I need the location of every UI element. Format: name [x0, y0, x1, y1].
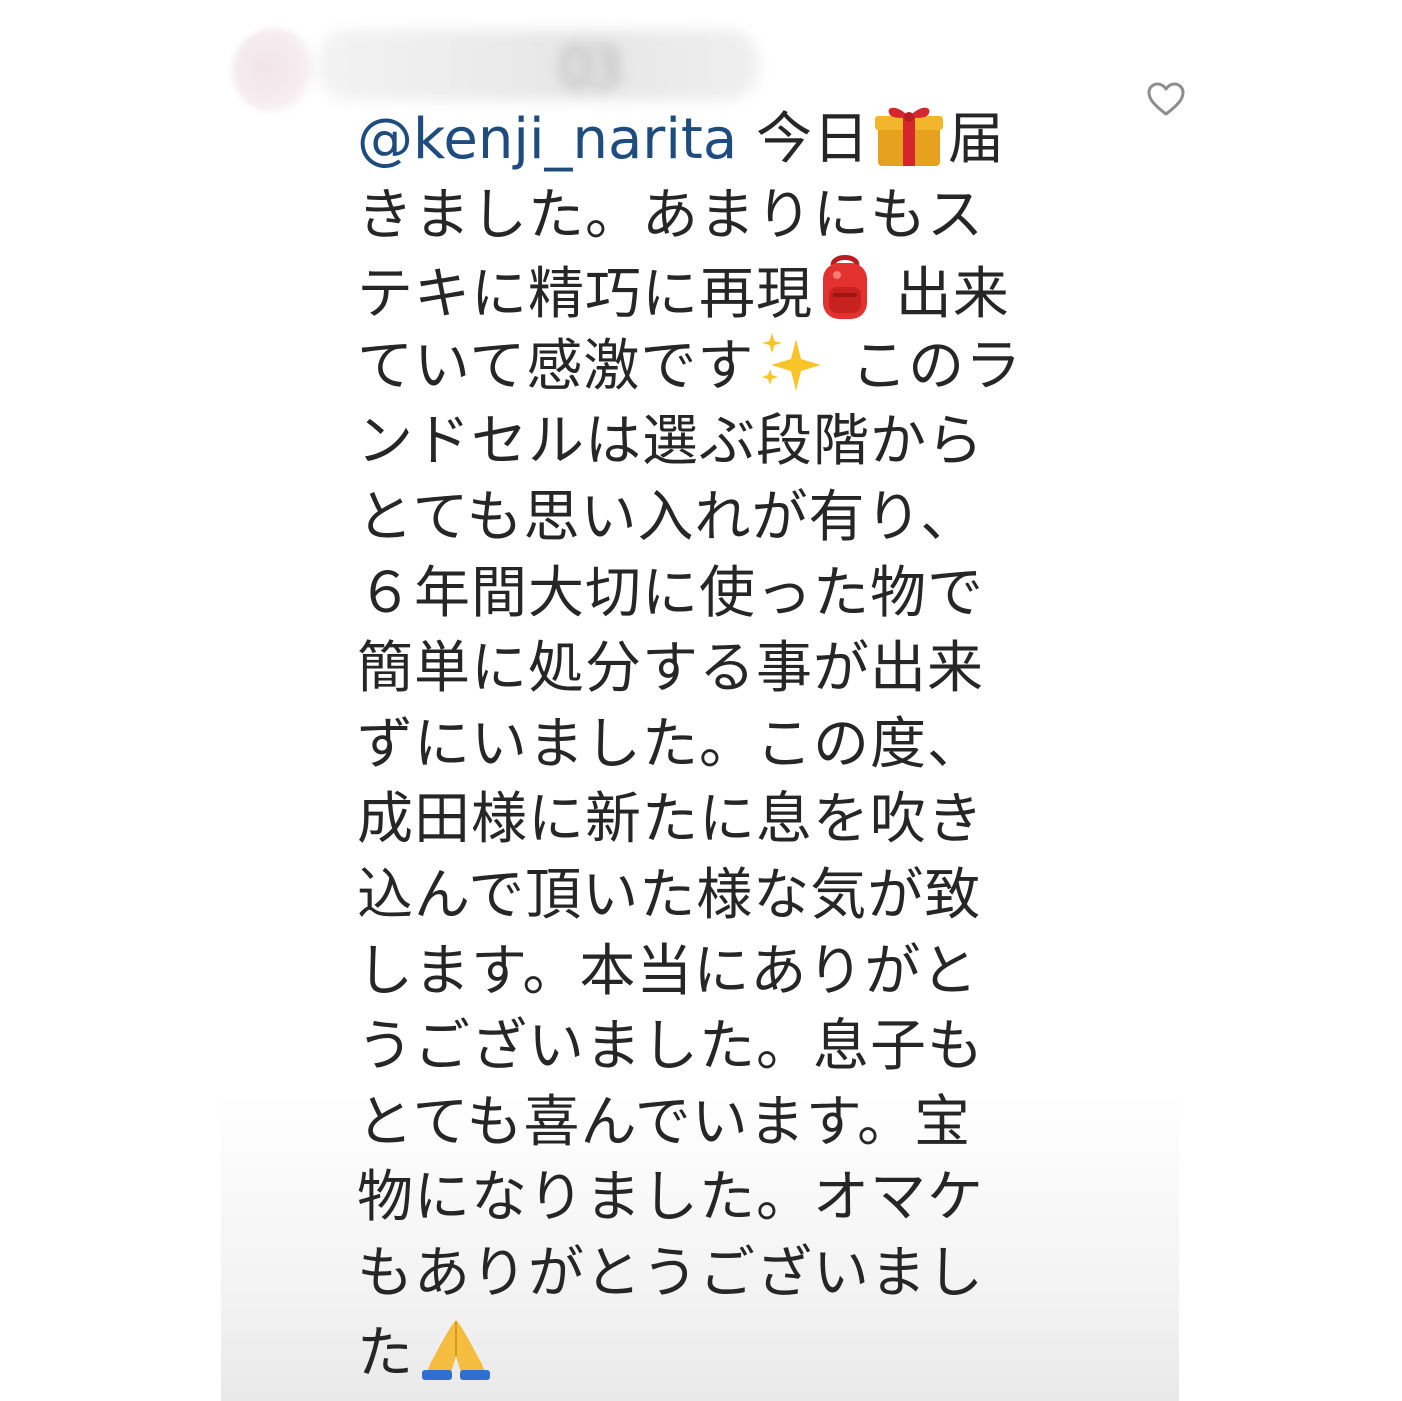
comment-line: もありがとうございまし: [357, 1240, 984, 1306]
comment-line: とても思い入れが有り、: [357, 484, 978, 550]
comment-line-text: 今日: [737, 107, 870, 172]
gift-emoji-icon: [872, 102, 946, 168]
comment-line: ていて感激です このラ: [357, 329, 1047, 405]
comment-line: 簡単に処分する事が出来: [357, 636, 984, 702]
pray-emoji-icon: [416, 1312, 496, 1382]
comment-line: とても喜んでいます。宝: [357, 1089, 972, 1155]
comment-text: @kenji_narita 今日 届 きました。あまりにもス テキに精巧に再現: [357, 102, 1047, 1387]
screenshot-page: 03 @kenji_narita 今日 届 きました。あまりにもス テキに精巧に…: [0, 0, 1402, 1401]
comment-line: うございました。息子も: [357, 1014, 984, 1080]
backpack-emoji-icon: [815, 253, 875, 323]
comment-line-text: 届: [947, 107, 1005, 172]
username-obscured-text: 03: [558, 36, 623, 101]
comment-line: 物になりました。オマケ: [357, 1165, 984, 1231]
comment-line: ６年間大切に使った物で: [357, 560, 984, 626]
comment-line: きました。あまりにもス: [357, 182, 984, 248]
comment-line-text: テキに精巧に再現: [357, 262, 813, 328]
username-obscured[interactable]: 03: [318, 30, 758, 101]
comment-line: ずにいました。この度、: [357, 711, 984, 777]
avatar[interactable]: [232, 28, 318, 114]
comment-line-text: 出来: [877, 262, 1010, 328]
comment-line-text: このラ: [832, 333, 1023, 399]
comment-line-text: ていて感激です: [357, 333, 755, 399]
comment-line: します。本当にありがと: [357, 938, 979, 1004]
heart-icon[interactable]: [1146, 80, 1186, 120]
comment-line: ンドセルは選ぶ段階から: [357, 409, 984, 475]
comment-line: テキに精巧に再現 出来: [357, 253, 1047, 329]
comment-line: た: [357, 1312, 1047, 1388]
mention-link[interactable]: @kenji_narita: [357, 107, 737, 172]
comment-line: @kenji_narita 今日 届: [357, 102, 1047, 178]
comment-line: 成田様に新たに息を吹き: [357, 787, 984, 853]
comment-line-text: た: [357, 1320, 414, 1386]
sparkles-emoji-icon: [756, 329, 830, 395]
comment-line: 込んで頂いた様な気が致: [357, 862, 982, 928]
